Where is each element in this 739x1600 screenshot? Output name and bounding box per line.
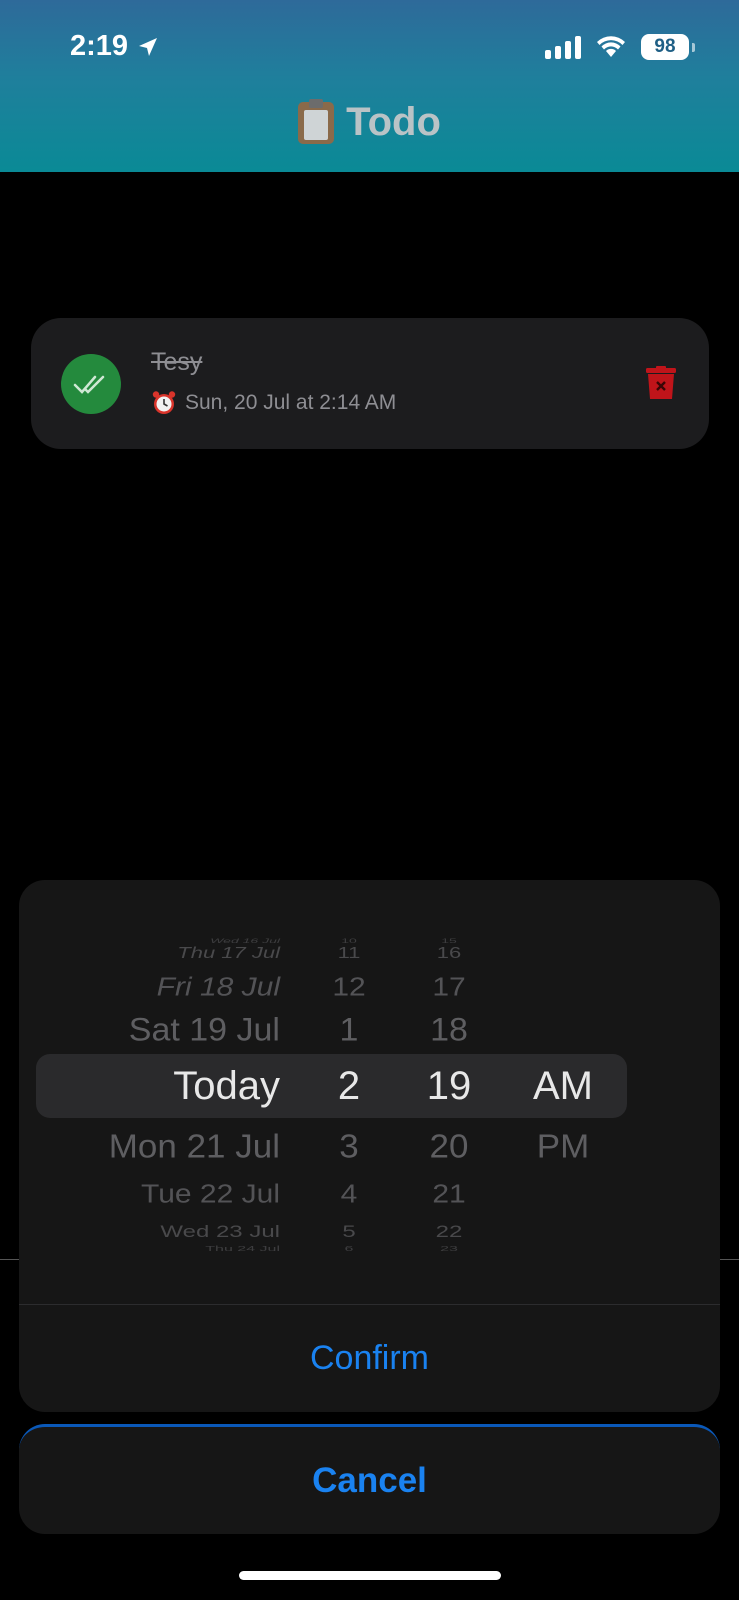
- battery-indicator: 98: [641, 34, 695, 60]
- picker-hour-cell: 3: [339, 1127, 359, 1165]
- picker-minute-cell: 20: [429, 1127, 469, 1165]
- picker-minute-cell: 16: [436, 943, 462, 962]
- picker-date-cell: Fri 18 Jul: [156, 973, 280, 1002]
- todo-item[interactable]: Tesy Sun, 20 Jul at 2:14 AM: [31, 318, 709, 449]
- cancel-button[interactable]: Cancel: [312, 1461, 427, 1501]
- status-time: 2:19: [70, 30, 160, 63]
- location-arrow-icon: [139, 37, 158, 56]
- picker-hour-cell: 2: [337, 1064, 361, 1108]
- picker-date-cell: Wed 23 Jul: [160, 1222, 280, 1242]
- picker-minute-cell: 18: [430, 1011, 468, 1049]
- date-time-picker-sheet: Wed 16 Jul 10 15 Thu 17 Jul 11 16 Fri 18 Jul 12…: [19, 880, 720, 1412]
- todo-title: Tesy: [151, 348, 203, 376]
- picker-date-cell: Tue 22 Jul: [141, 1180, 280, 1209]
- picker-date-cell: Mon 21 Jul: [108, 1127, 280, 1165]
- cancel-sheet: Cancel: [19, 1424, 720, 1534]
- page-title: Todo: [0, 98, 739, 145]
- picker-minute-cell: 17: [432, 973, 466, 1002]
- app-header: 2:19 98 Todo: [0, 0, 739, 172]
- picker-row[interactable]: Fri 18 Jul 12 17: [19, 975, 720, 1001]
- picker-date-cell: Thu 24 Jul: [205, 1244, 280, 1253]
- picker-period-cell: PM: [536, 1127, 590, 1165]
- picker-period-cell: AM: [533, 1064, 593, 1108]
- trash-icon[interactable]: [645, 366, 677, 400]
- picker-date-cell: Thu 17 Jul: [177, 943, 280, 962]
- picker-row[interactable]: Thu 17 Jul 11 16: [19, 945, 720, 960]
- wifi-icon: [597, 36, 625, 57]
- picker-row[interactable]: Today 2 19 AM: [19, 1066, 720, 1106]
- picker-minute-cell: 19: [426, 1064, 472, 1108]
- status-bar: 2:19 98: [0, 0, 739, 100]
- status-right: 98: [545, 34, 695, 60]
- clipboard-icon: [298, 98, 335, 144]
- picker-minute-cell: 22: [435, 1222, 463, 1242]
- todo-due-text: Sun, 20 Jul at 2:14 AM: [185, 391, 397, 414]
- status-time-text: 2:19: [70, 30, 129, 62]
- page-title-text: Todo: [346, 100, 441, 144]
- picker-row[interactable]: Sat 19 Jul 1 18: [19, 1014, 720, 1046]
- picker-minute-cell: 23: [440, 1244, 458, 1253]
- picker-hour-cell: 4: [340, 1180, 358, 1209]
- picker-row[interactable]: Mon 21 Jul 3 20 PM: [19, 1129, 720, 1162]
- picker-hour-cell: 11: [337, 943, 361, 962]
- picker-hour-cell: 1: [339, 1011, 359, 1049]
- battery-level: 98: [654, 36, 676, 57]
- picker-hour-cell: 6: [344, 1244, 354, 1253]
- picker-date-cell: Today: [173, 1064, 280, 1108]
- alarm-clock-icon: [152, 391, 176, 414]
- cellular-signal-icon: [545, 35, 581, 59]
- picker-hour-cell: 5: [342, 1222, 356, 1242]
- confirm-button[interactable]: Confirm: [19, 1305, 720, 1412]
- picker-date-cell: Sat 19 Jul: [128, 1011, 280, 1049]
- picker-row[interactable]: Wed 16 Jul 10 15: [19, 938, 720, 944]
- picker-minute-cell: 21: [432, 1180, 466, 1209]
- picker-row[interactable]: Thu 24 Jul 6 23: [19, 1245, 720, 1252]
- picker-row[interactable]: Tue 22 Jul 4 21: [19, 1182, 720, 1208]
- picker-row[interactable]: Wed 23 Jul 5 22: [19, 1222, 720, 1242]
- todo-due-date: Sun, 20 Jul at 2:14 AM: [151, 390, 396, 416]
- double-check-icon: [73, 375, 105, 394]
- home-indicator: [239, 1571, 501, 1580]
- picker-hour-cell: 12: [332, 973, 366, 1002]
- complete-toggle-button[interactable]: [61, 354, 121, 414]
